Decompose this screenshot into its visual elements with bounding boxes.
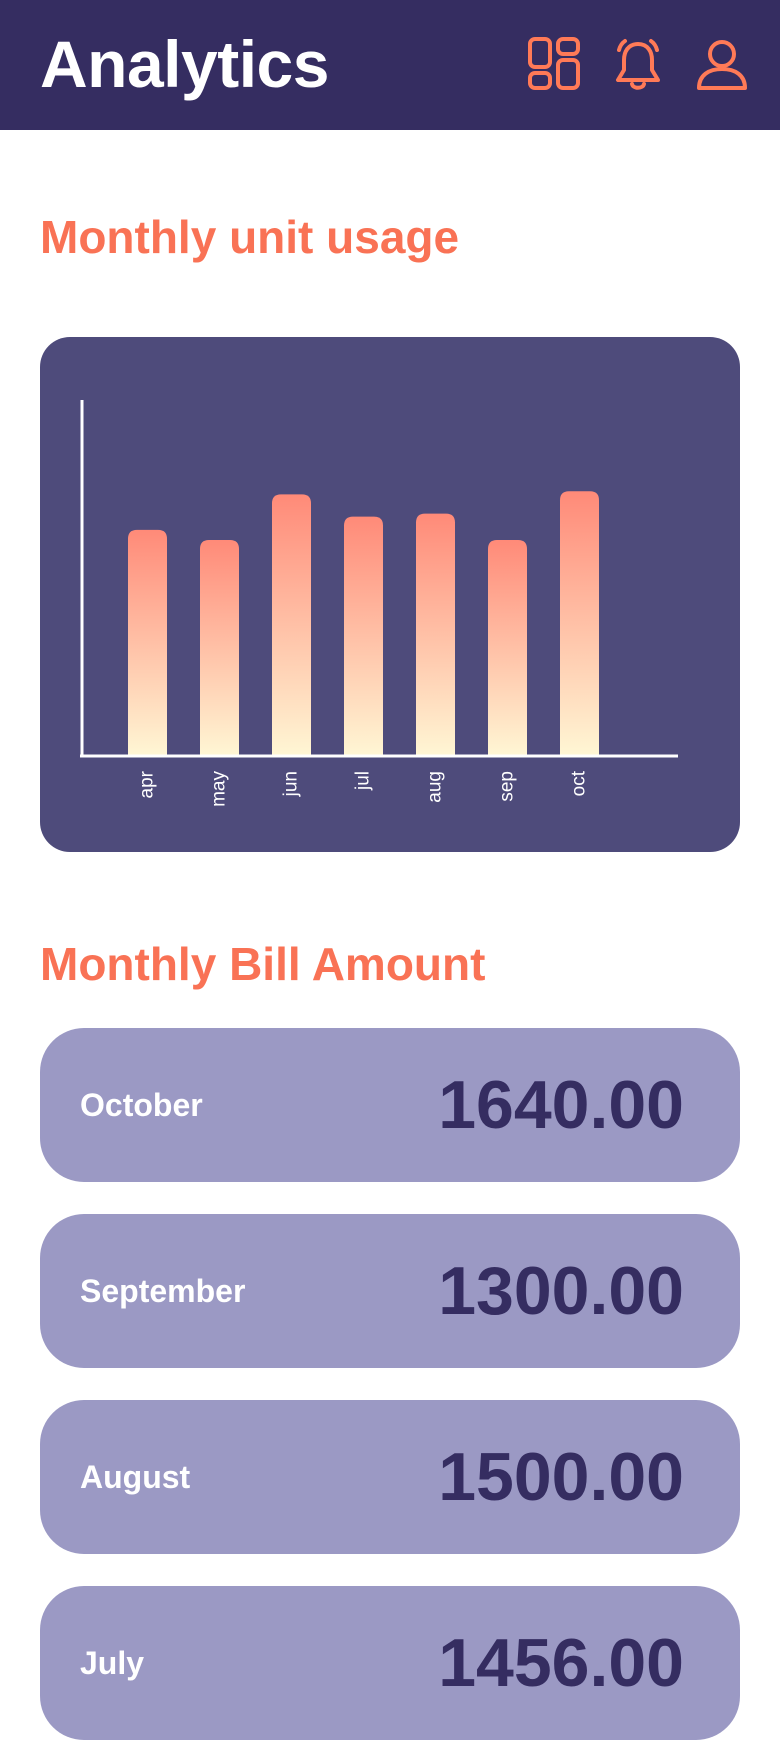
bar-jul[interactable] (344, 516, 383, 755)
bill-section-title: Monthly Bill Amount (40, 938, 486, 990)
bill-amount-value: 1500.00 (438, 1439, 684, 1515)
bar-jun[interactable] (272, 494, 311, 755)
bill-card-august[interactable]: August 1500.00 (40, 1400, 740, 1554)
app-header: Analytics (0, 0, 780, 130)
user-profile-icon[interactable] (694, 36, 750, 92)
bell-icon[interactable] (610, 36, 666, 92)
x-tick-label-aug: aug (425, 771, 446, 803)
bar-may[interactable] (200, 539, 239, 755)
bar-sep[interactable] (488, 539, 527, 755)
bill-card-september[interactable]: September 1300.00 (40, 1214, 740, 1368)
dashboard-grid-icon[interactable] (526, 36, 582, 92)
bill-amount-value: 1300.00 (438, 1253, 684, 1329)
bill-month-label: October (80, 1087, 203, 1123)
usage-bar-chart: apr may jun jul aug sep oct (80, 400, 678, 807)
bill-month-label: August (80, 1459, 191, 1495)
bill-amount-value: 1456.00 (438, 1625, 684, 1701)
x-tick-label-may: may (209, 771, 230, 807)
bar-apr[interactable] (128, 529, 167, 755)
usage-section-title: Monthly unit usage (40, 211, 460, 263)
x-tick-label-jul: jul (353, 771, 374, 791)
x-tick-label-oct: oct (569, 770, 590, 796)
bar-oct[interactable] (560, 491, 599, 755)
usage-chart-card: apr may jun jul aug sep oct (40, 337, 740, 852)
bill-card-july[interactable]: July 1456.00 (40, 1586, 740, 1740)
x-tick-label-sep: sep (497, 771, 518, 802)
x-tick-label-jun: jun (281, 771, 302, 797)
x-tick-label-apr: apr (137, 770, 158, 798)
bill-card-october[interactable]: October 1640.00 (40, 1028, 740, 1182)
bill-amount-value: 1640.00 (438, 1067, 684, 1143)
bill-month-label: July (80, 1645, 145, 1681)
page-title: Analytics (40, 27, 329, 101)
bill-month-label: September (80, 1273, 246, 1309)
bar-aug[interactable] (416, 513, 455, 755)
